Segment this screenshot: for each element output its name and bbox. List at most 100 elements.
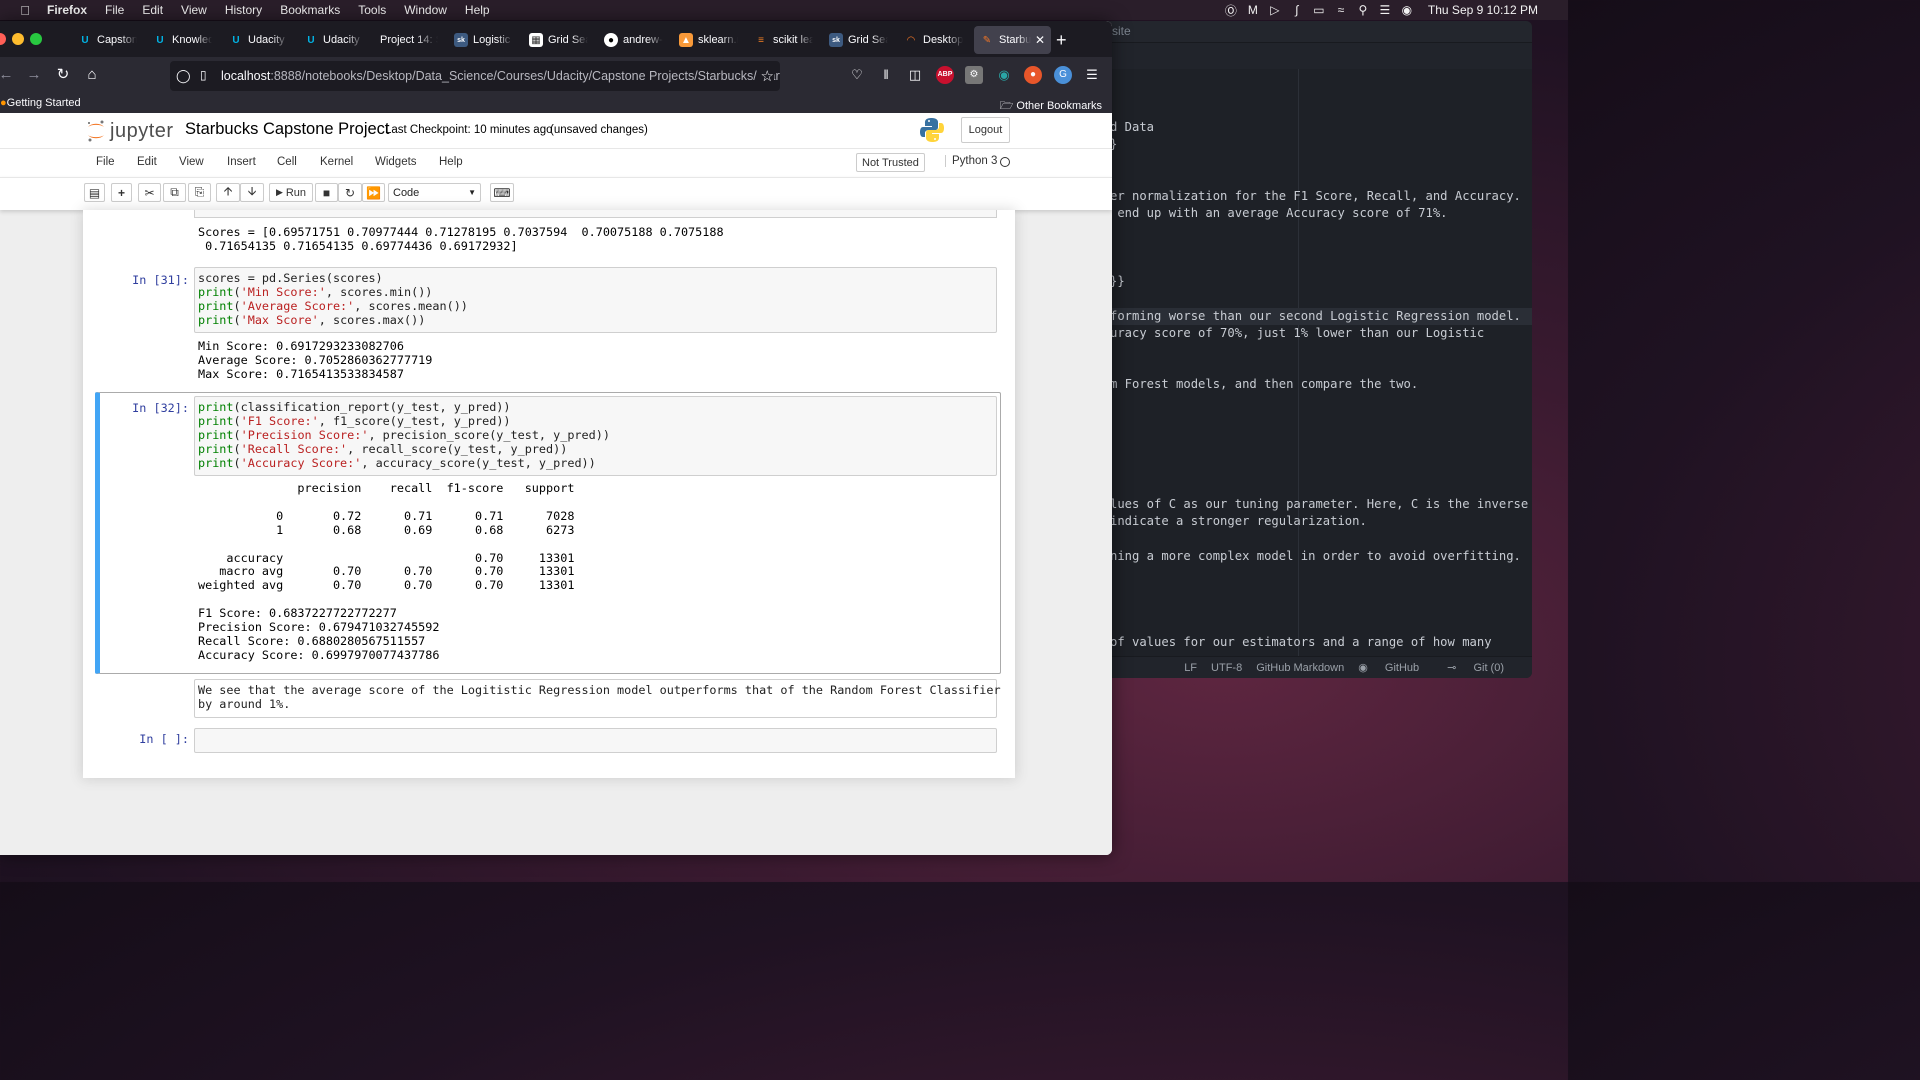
cell-31-prompt: In [31]: bbox=[132, 273, 189, 287]
grammarly-icon[interactable]: G bbox=[1054, 66, 1072, 84]
editor-line: ning a more complex model in order to av… bbox=[1110, 549, 1521, 563]
jmenu-insert[interactable]: Insert bbox=[227, 156, 256, 168]
minimize-window-icon[interactable] bbox=[12, 33, 24, 45]
not-trusted-button[interactable]: Not Trusted bbox=[856, 153, 925, 172]
extension-icon[interactable]: ⚙ bbox=[965, 66, 983, 84]
reload-icon[interactable]: ↻ bbox=[53, 65, 73, 85]
cell-type-select[interactable]: Code ▼ bbox=[388, 183, 481, 202]
menu-history[interactable]: History bbox=[225, 3, 262, 17]
menu-app-name[interactable]: Firefox bbox=[47, 3, 87, 17]
tab-desktop[interactable]: ◠ Desktop/ bbox=[904, 26, 963, 54]
url-text[interactable]: localhost:8888/notebooks/Desktop/Data_Sc… bbox=[221, 69, 780, 83]
status-github[interactable]: ◉ GitHub bbox=[1358, 661, 1433, 674]
restart-run-all-icon[interactable]: ⏩ bbox=[362, 183, 385, 202]
menu-tools[interactable]: Tools bbox=[358, 3, 386, 17]
bluetooth-icon[interactable]: ∫ bbox=[1286, 3, 1308, 17]
pocket-icon[interactable]: ♡ bbox=[848, 66, 866, 84]
tab-knowledge[interactable]: UKnowledge bbox=[153, 26, 212, 54]
run-button[interactable]: ▶ Run bbox=[269, 183, 313, 202]
jmenu-kernel[interactable]: Kernel bbox=[320, 156, 353, 168]
tab-logistic-regression[interactable]: skLogistic R bbox=[454, 26, 513, 54]
zoom-window-icon[interactable] bbox=[30, 33, 42, 45]
menu-view[interactable]: View bbox=[181, 3, 207, 17]
jmenu-file[interactable]: File bbox=[96, 156, 115, 168]
battery-icon[interactable]: ▭ bbox=[1308, 3, 1330, 17]
jupyter-header: jupyter Starbucks Capstone Project Last … bbox=[0, 113, 1112, 148]
save-icon[interactable]: ▤ bbox=[84, 183, 105, 202]
editor-line: uracy score of 70%, just 1% lower than o… bbox=[1110, 326, 1485, 340]
menu-help[interactable]: Help bbox=[465, 3, 490, 17]
cell-31-input[interactable]: scores = pd.Series(scores) print('Min Sc… bbox=[194, 267, 997, 333]
tab-capstone[interactable]: UCapstone bbox=[78, 26, 137, 54]
clock[interactable]: Thu Sep 9 10:12 PM bbox=[1428, 3, 1538, 17]
tab-strip: UCapstone UKnowledge UUdacity F UUdacity… bbox=[0, 21, 1112, 57]
move-down-icon[interactable]: 🡫 bbox=[240, 183, 264, 202]
jmenu-cell[interactable]: Cell bbox=[277, 156, 297, 168]
url-bar[interactable]: ◯ ▯ localhost:8888/notebooks/Desktop/Dat… bbox=[170, 61, 780, 91]
new-tab-icon[interactable]: + bbox=[1056, 26, 1067, 54]
status-line-ending[interactable]: LF bbox=[1184, 662, 1197, 674]
status-grammar[interactable]: GitHub Markdown bbox=[1256, 662, 1344, 674]
hamburger-menu-icon[interactable]: ☰ bbox=[1083, 66, 1101, 84]
jmenu-edit[interactable]: Edit bbox=[137, 156, 157, 168]
empty-cell-input[interactable] bbox=[194, 728, 997, 753]
jupyter-logo[interactable]: jupyter bbox=[86, 119, 174, 143]
control-center-icon[interactable]: ☰ bbox=[1374, 3, 1396, 17]
search-icon[interactable]: ⚲ bbox=[1352, 3, 1374, 17]
insert-cell-icon[interactable]: + bbox=[111, 183, 132, 202]
command-palette-icon[interactable]: ⌨ bbox=[490, 183, 514, 202]
previous-input-area[interactable] bbox=[194, 210, 997, 218]
status-git[interactable]: ⊸ Git (0) bbox=[1447, 661, 1518, 674]
kernel-name[interactable]: Python 3 bbox=[945, 155, 997, 167]
tab-sklearn[interactable]: ▲sklearn.m bbox=[679, 26, 738, 54]
page-info-icon[interactable]: ▯ bbox=[200, 68, 207, 82]
tab-github[interactable]: ●andrew-a bbox=[604, 26, 663, 54]
privacy-badger-icon[interactable]: ● bbox=[1024, 66, 1042, 84]
tab-project-14[interactable]: Project 14: St bbox=[380, 26, 438, 54]
markdown-cell[interactable]: We see that the average score of the Log… bbox=[194, 679, 1001, 718]
interrupt-icon[interactable]: ■ bbox=[315, 183, 338, 202]
tab-grid-search[interactable]: ▦Grid Sear bbox=[529, 26, 588, 54]
menu-window[interactable]: Window bbox=[404, 3, 447, 17]
cell-32-input[interactable]: print(classification_report(y_test, y_pr… bbox=[194, 396, 997, 476]
close-window-icon[interactable] bbox=[0, 33, 6, 45]
onepassword-icon[interactable]: Ⓞ bbox=[1220, 2, 1242, 19]
tab-scikit-learn[interactable]: ≡ scikit lea bbox=[754, 26, 813, 54]
sidebar-icon[interactable]: ◫ bbox=[906, 66, 924, 84]
play-icon[interactable]: ▷ bbox=[1264, 3, 1286, 17]
move-up-icon[interactable]: 🡩 bbox=[216, 183, 240, 202]
tab-udacity-f[interactable]: UUdacity F bbox=[229, 26, 288, 54]
tab-starbucks-active[interactable]: ✎ Starbu ✕ bbox=[974, 26, 1052, 54]
jmenu-widgets[interactable]: Widgets bbox=[375, 156, 417, 168]
apple-icon[interactable]:  bbox=[15, 3, 35, 18]
jmenu-view[interactable]: View bbox=[179, 156, 204, 168]
tab-grid-search-2[interactable]: skGrid Sear bbox=[829, 26, 888, 54]
siri-icon[interactable]: ◉ bbox=[1396, 3, 1418, 17]
status-area: Ⓞ M ▷ ∫ ▭ ≈ ⚲ ☰ ◉ Thu Sep 9 10:12 PM bbox=[1220, 0, 1568, 20]
library-icon[interactable]: ‖ bbox=[877, 66, 895, 84]
close-tab-icon[interactable]: ✕ bbox=[1035, 33, 1045, 47]
forward-icon[interactable]: → bbox=[24, 65, 44, 85]
adblock-icon[interactable]: ABP bbox=[936, 66, 954, 84]
menu-bookmarks[interactable]: Bookmarks bbox=[280, 3, 340, 17]
m-app-icon[interactable]: M bbox=[1242, 3, 1264, 17]
paste-icon[interactable]: ⎘ bbox=[188, 183, 211, 202]
copy-icon[interactable]: ⧉ bbox=[163, 183, 186, 202]
bookmark-star-icon[interactable]: ☆ bbox=[756, 67, 774, 85]
jmenu-help[interactable]: Help bbox=[439, 156, 463, 168]
status-encoding[interactable]: UTF-8 bbox=[1211, 662, 1242, 674]
notebook-title[interactable]: Starbucks Capstone Project bbox=[185, 120, 390, 139]
shield-icon[interactable]: ◯ bbox=[176, 68, 191, 84]
cut-icon[interactable]: ✂ bbox=[138, 183, 161, 202]
bookmark-getting-started[interactable]: ●Getting Started bbox=[0, 97, 81, 109]
home-icon[interactable]: ⌂ bbox=[82, 65, 102, 85]
extension-eye-icon[interactable]: ◉ bbox=[995, 66, 1013, 84]
logout-button[interactable]: Logout bbox=[961, 117, 1010, 143]
tab-udacity-p[interactable]: UUdacity P bbox=[304, 26, 363, 54]
wifi-icon[interactable]: ≈ bbox=[1330, 3, 1352, 17]
restart-icon[interactable]: ↻ bbox=[338, 183, 362, 202]
menu-edit[interactable]: Edit bbox=[142, 3, 163, 17]
editor-tab-title[interactable]: site bbox=[1112, 24, 1131, 38]
back-icon[interactable]: ← bbox=[0, 65, 16, 85]
menu-file[interactable]: File bbox=[105, 3, 124, 17]
